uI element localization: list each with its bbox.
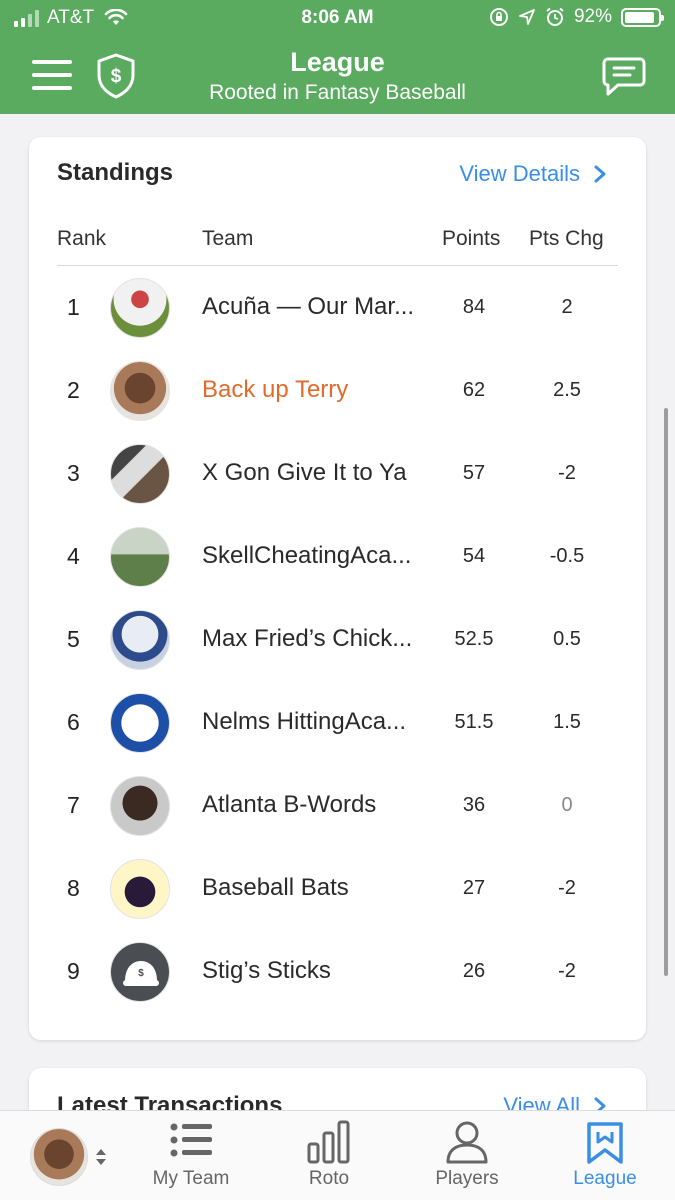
view-details-link[interactable]: View Details — [459, 161, 606, 187]
standings-row[interactable]: 3 X Gon Give It to Ya 57 -2 — [29, 433, 646, 516]
standings-row[interactable]: 2 Back up Terry 62 2.5 — [29, 350, 646, 433]
team-name: Atlanta B-Words — [202, 791, 377, 818]
team-avatar — [110, 776, 170, 836]
cap-icon: $ — [123, 961, 159, 986]
points-value: 84 — [462, 296, 486, 318]
app-header: AT&T 8:06 AM 92% $ League Rooted in Fant… — [0, 0, 675, 114]
team-name: Baseball Bats — [202, 874, 349, 901]
tab-label: League — [573, 1168, 637, 1189]
standings-card: Standings View Details Rank Team Points … — [29, 137, 646, 1040]
bar-chart-icon — [307, 1120, 350, 1164]
tab-players[interactable]: Players — [412, 1111, 522, 1200]
svg-text:$: $ — [138, 968, 144, 979]
pts-chg-value: -2 — [558, 960, 576, 982]
tab-roto[interactable]: Roto — [274, 1111, 384, 1200]
standings-row[interactable]: 4 SkellCheatingAca... 54 -0.5 — [29, 516, 646, 599]
location-icon — [519, 9, 535, 25]
chevron-right-icon — [594, 165, 606, 183]
team-name: Max Fried’s Chick... — [202, 625, 413, 652]
column-header-points[interactable]: Points — [442, 227, 500, 251]
orientation-lock-icon — [489, 8, 508, 26]
points-value: 54 — [462, 545, 486, 567]
points-value: 57 — [462, 462, 486, 484]
tab-bar: My Team Roto Players League — [0, 1110, 675, 1200]
pts-chg-value: 0 — [561, 794, 573, 816]
standings-row[interactable]: 5 Max Fried’s Chick... 52.5 0.5 — [29, 599, 646, 682]
alarm-icon — [546, 7, 564, 26]
pts-chg-value: -2 — [558, 877, 576, 899]
column-header-pts-chg[interactable]: Pts Chg — [529, 227, 604, 251]
column-header-team[interactable]: Team — [202, 227, 253, 251]
list-icon — [170, 1123, 212, 1157]
battery-percent: 92% — [573, 6, 612, 27]
points-value: 52.5 — [454, 628, 494, 650]
standings-row[interactable]: 8 Baseball Bats 27 -2 — [29, 848, 646, 931]
rank-value: 8 — [67, 875, 80, 901]
team-avatar — [110, 444, 170, 504]
column-header-rank[interactable]: Rank — [57, 227, 106, 251]
standings-row[interactable]: 7 Atlanta B-Words 36 0 — [29, 765, 646, 848]
team-name: Back up Terry — [202, 376, 349, 403]
team-avatar: $ — [110, 942, 170, 1002]
team-avatar — [110, 693, 170, 753]
tab-label: My Team — [152, 1168, 230, 1189]
team-avatar — [110, 859, 170, 919]
points-value: 62 — [462, 379, 486, 401]
my-team-avatar — [30, 1128, 88, 1186]
rank-value: 4 — [67, 543, 80, 569]
team-name: SkellCheatingAca... — [202, 542, 412, 569]
tab-label: Players — [435, 1168, 499, 1189]
points-value: 51.5 — [454, 711, 494, 733]
standings-row[interactable]: 1 Acuña — Our Mar... 84 2 — [29, 267, 646, 350]
sort-arrows-icon — [96, 1149, 106, 1165]
points-value: 26 — [462, 960, 486, 982]
tab-label: Roto — [308, 1168, 350, 1189]
battery-icon — [621, 7, 664, 27]
status-bar: AT&T 8:06 AM 92% — [0, 0, 675, 36]
team-name: Acuña — Our Mar... — [202, 293, 415, 320]
team-name: Nelms HittingAca... — [202, 708, 407, 735]
bookmark-icon — [587, 1122, 623, 1164]
team-avatar — [110, 361, 170, 421]
page-title: League — [290, 47, 385, 77]
team-avatar — [110, 527, 170, 587]
standings-row[interactable]: 6 Nelms HittingAca... 51.5 1.5 — [29, 682, 646, 765]
pts-chg-value: -0.5 — [549, 545, 585, 567]
person-icon — [446, 1121, 488, 1164]
team-name: X Gon Give It to Ya — [202, 459, 407, 486]
team-switcher[interactable] — [30, 1128, 120, 1188]
pts-chg-value: 0.5 — [553, 628, 581, 650]
team-avatar — [110, 610, 170, 670]
points-value: 36 — [462, 794, 486, 816]
divider — [57, 265, 618, 266]
rank-value: 6 — [67, 709, 80, 735]
rank-value: 9 — [67, 958, 80, 984]
pts-chg-value: -2 — [558, 462, 576, 484]
team-avatar — [110, 278, 170, 338]
scrollbar[interactable] — [664, 408, 668, 976]
tab-league[interactable]: League — [550, 1111, 660, 1200]
rank-value: 7 — [67, 792, 80, 818]
rank-value: 1 — [67, 294, 80, 320]
standings-row[interactable]: 9 $ Stig’s Sticks 26 -2 — [29, 931, 646, 1014]
chat-icon[interactable] — [602, 55, 646, 97]
pts-chg-value: 2 — [561, 296, 573, 318]
team-name: Stig’s Sticks — [202, 957, 331, 984]
rank-value: 5 — [67, 626, 80, 652]
pts-chg-value: 2.5 — [553, 379, 581, 401]
tab-my-team[interactable]: My Team — [136, 1111, 246, 1200]
league-name: Rooted in Fantasy Baseball — [209, 81, 466, 104]
pts-chg-value: 1.5 — [553, 711, 581, 733]
rank-value: 3 — [67, 460, 80, 486]
standings-title: Standings — [57, 159, 174, 186]
rank-value: 2 — [67, 377, 80, 403]
points-value: 27 — [462, 877, 486, 899]
view-details-label: View Details — [459, 161, 580, 186]
